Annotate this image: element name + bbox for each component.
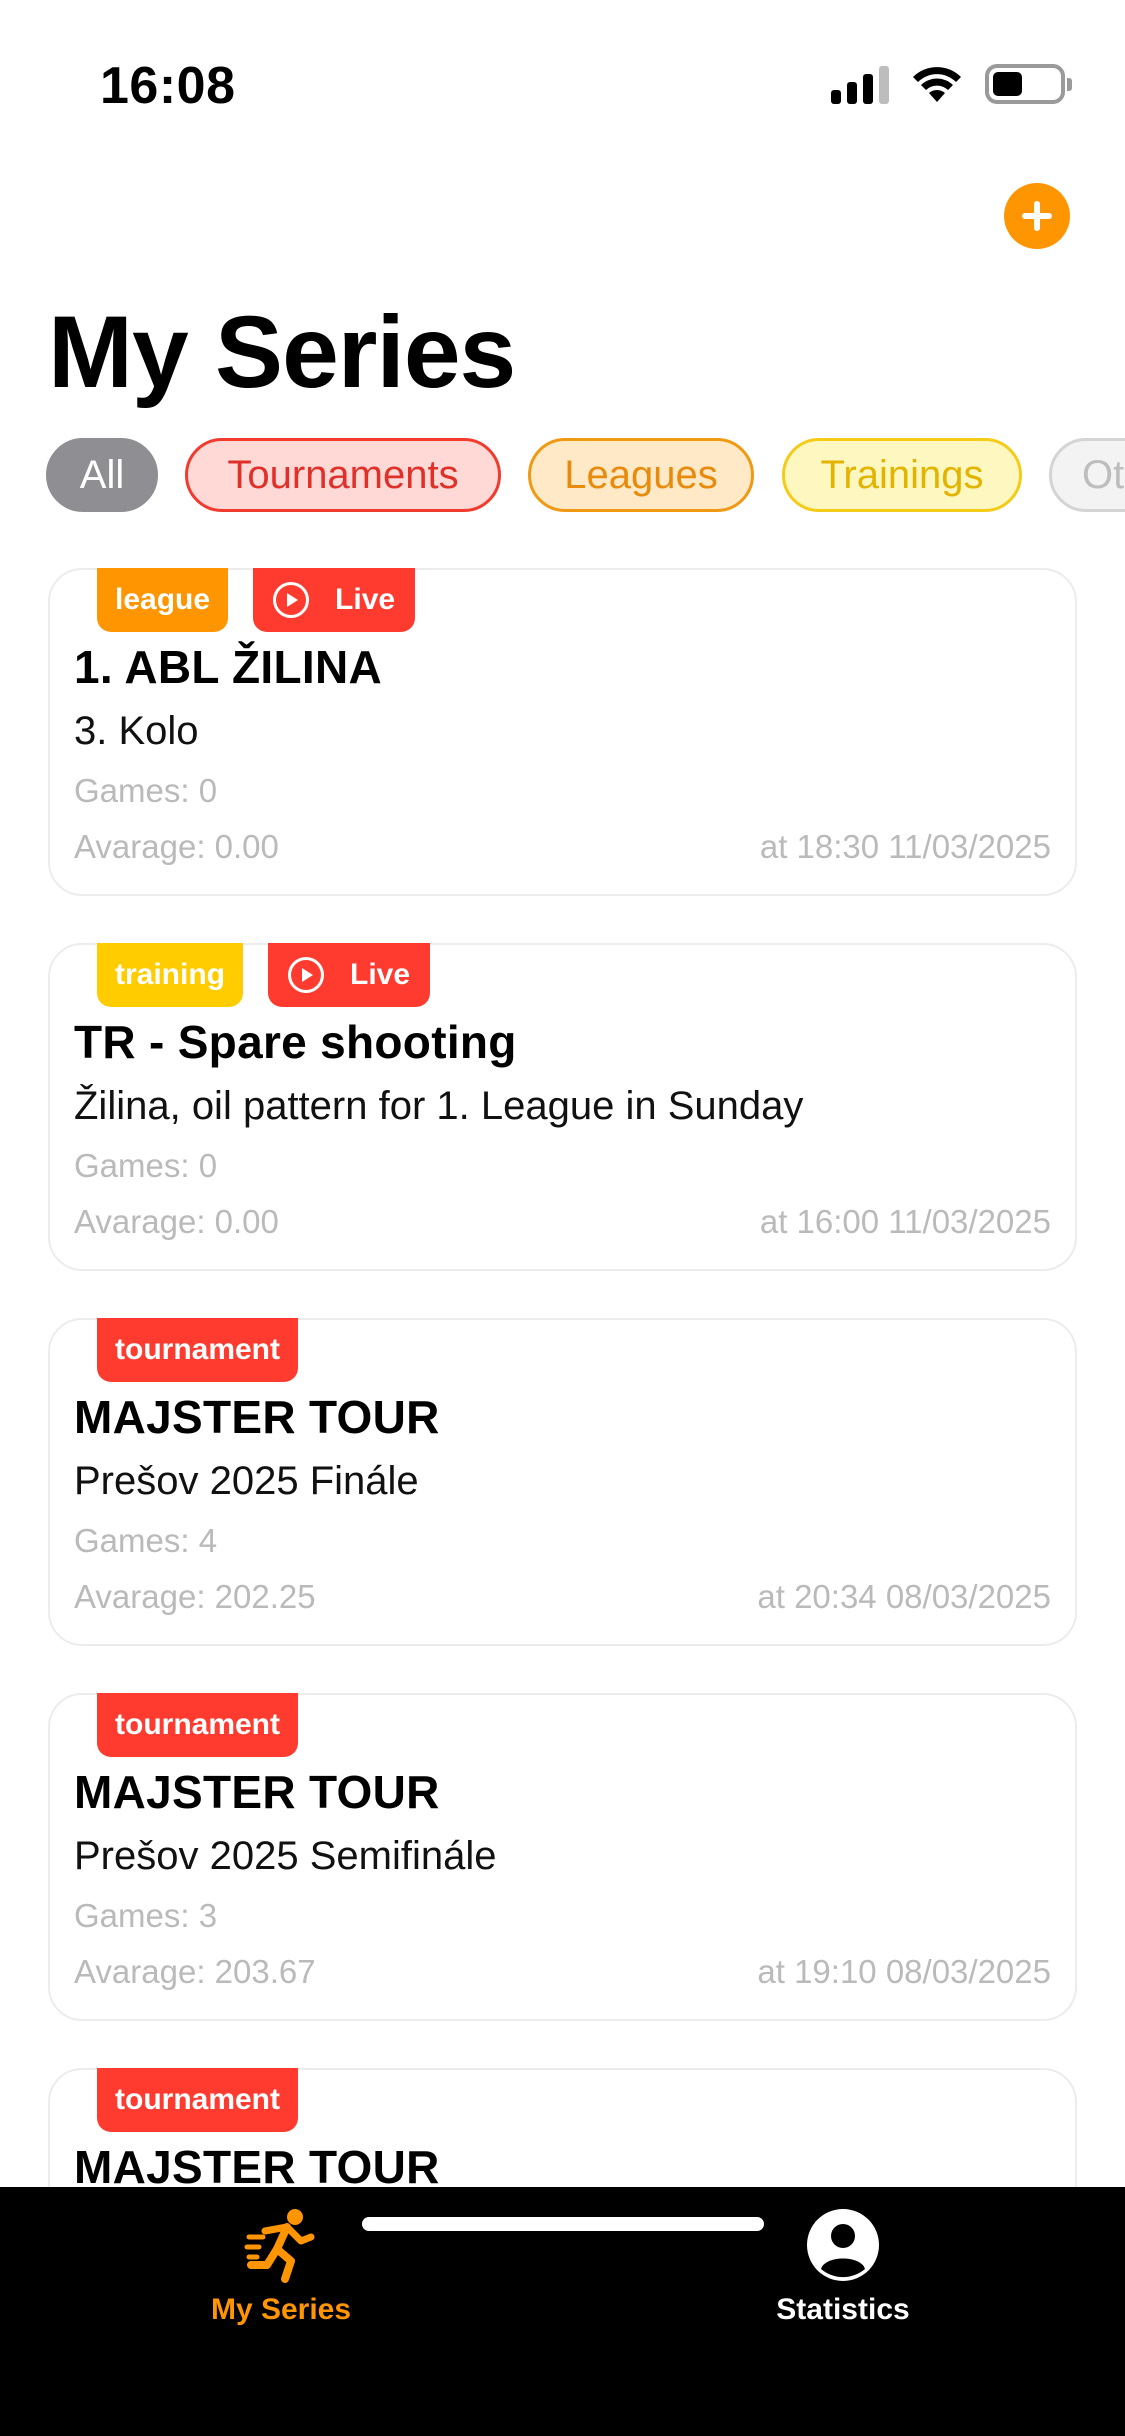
series-title: MAJSTER TOUR bbox=[74, 1766, 440, 1818]
series-subtitle: Žilina, oil pattern for 1. League in Sun… bbox=[74, 1084, 804, 1128]
series-average: Avarage: 0.00 bbox=[74, 1203, 279, 1240]
card-badges: tournament bbox=[97, 1693, 298, 1757]
status-icons bbox=[831, 64, 1072, 104]
type-badge: tournament bbox=[97, 1318, 298, 1382]
filter-chip-trainings[interactable]: Trainings bbox=[782, 438, 1022, 512]
filter-chips: All Tournaments Leagues Trainings Ot bbox=[46, 436, 1125, 516]
battery-icon bbox=[985, 64, 1072, 104]
series-subtitle: 3. Kolo bbox=[74, 709, 199, 753]
series-games: Games: 4 bbox=[74, 1522, 218, 1559]
series-games: Games: 0 bbox=[74, 1147, 218, 1184]
filter-chip-other[interactable]: Ot bbox=[1049, 438, 1125, 512]
series-games: Games: 3 bbox=[74, 1897, 218, 1934]
plus-icon bbox=[1022, 201, 1052, 231]
series-list[interactable]: league Live 1. ABL ŽILINA 3. Kolo Games:… bbox=[0, 560, 1125, 2187]
filter-chip-tournaments[interactable]: Tournaments bbox=[185, 438, 501, 512]
status-bar: 16:08 bbox=[0, 0, 1125, 170]
live-play-icon bbox=[288, 957, 324, 993]
filter-chip-all[interactable]: All bbox=[46, 438, 158, 512]
series-date: at 16:00 11/03/2025 bbox=[759, 1203, 1051, 1240]
series-card[interactable]: tournament MAJSTER TOUR Prešov 2025 Semi… bbox=[48, 1693, 1077, 2021]
series-card[interactable]: training Live TR - Spare shooting Žilina… bbox=[48, 943, 1077, 1271]
live-badge: Live bbox=[268, 943, 431, 1007]
series-average: Avarage: 203.67 bbox=[74, 1953, 316, 1990]
card-badges: tournament bbox=[97, 2068, 298, 2132]
card-badges: league Live bbox=[97, 568, 416, 632]
page-title: My Series bbox=[48, 295, 516, 409]
series-card[interactable]: tournament MAJSTER TOUR Prešov 2025 Finá… bbox=[48, 1318, 1077, 1646]
live-badge: Live bbox=[253, 568, 416, 632]
type-badge: tournament bbox=[97, 2068, 298, 2132]
type-badge: training bbox=[97, 943, 243, 1007]
wifi-icon bbox=[913, 67, 961, 102]
battery-fill bbox=[993, 72, 1022, 96]
home-indicator[interactable] bbox=[362, 2217, 764, 2231]
series-average: Avarage: 202.25 bbox=[74, 1578, 316, 1615]
series-title: MAJSTER TOUR bbox=[74, 2141, 440, 2187]
filter-chip-leagues[interactable]: Leagues bbox=[528, 438, 754, 512]
series-card[interactable]: league Live 1. ABL ŽILINA 3. Kolo Games:… bbox=[48, 568, 1077, 896]
type-badge: league bbox=[97, 568, 229, 632]
live-label: Live bbox=[350, 958, 411, 991]
series-average: Avarage: 0.00 bbox=[74, 828, 279, 865]
person-circle-icon bbox=[807, 2209, 879, 2281]
live-label: Live bbox=[335, 583, 396, 616]
status-time: 16:08 bbox=[100, 57, 236, 115]
card-badges: training Live bbox=[97, 943, 431, 1007]
card-badges: tournament bbox=[97, 1318, 298, 1382]
cellular-signal-icon bbox=[831, 64, 889, 104]
tab-label: Statistics bbox=[776, 2293, 910, 2326]
series-card[interactable]: tournament MAJSTER TOUR bbox=[48, 2068, 1077, 2187]
series-games: Games: 0 bbox=[74, 772, 218, 809]
live-play-icon bbox=[273, 582, 310, 618]
add-series-button[interactable] bbox=[1004, 183, 1070, 249]
runner-icon bbox=[244, 2209, 315, 2283]
series-subtitle: Prešov 2025 Finále bbox=[74, 1459, 419, 1503]
series-title: 1. ABL ŽILINA bbox=[74, 641, 383, 693]
series-title: TR - Spare shooting bbox=[74, 1016, 517, 1068]
series-date: at 19:10 08/03/2025 bbox=[757, 1953, 1051, 1990]
series-subtitle: Prešov 2025 Semifinále bbox=[74, 1834, 497, 1878]
series-title: MAJSTER TOUR bbox=[74, 1391, 440, 1443]
series-date: at 18:30 11/03/2025 bbox=[759, 828, 1051, 865]
tab-label: My Series bbox=[210, 2293, 352, 2326]
series-date: at 20:34 08/03/2025 bbox=[757, 1578, 1051, 1615]
type-badge: tournament bbox=[97, 1693, 298, 1757]
